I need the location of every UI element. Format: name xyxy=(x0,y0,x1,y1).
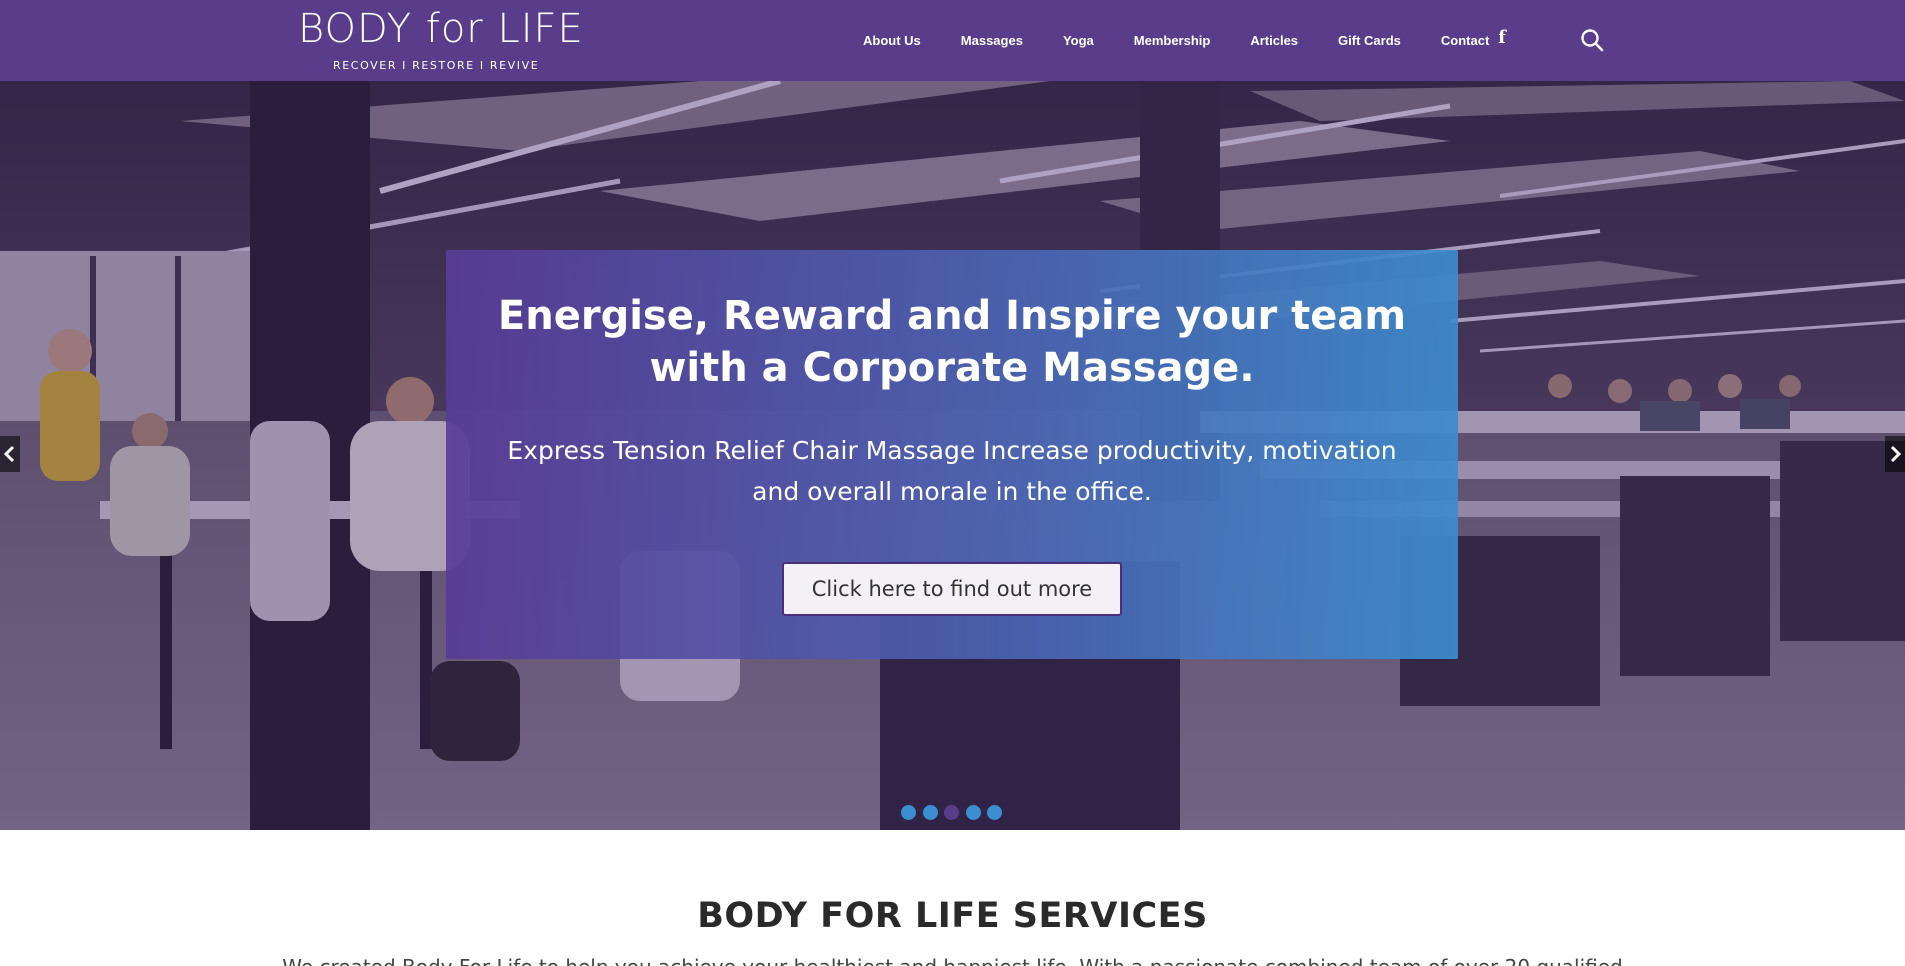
nav-item-contact[interactable]: Contact xyxy=(1441,33,1489,48)
slide-description: Express Tension Relief Chair Massage Inc… xyxy=(507,436,1397,506)
slider-pagination xyxy=(901,805,1009,821)
main-nav: About Us Massages Yoga Membership Articl… xyxy=(850,0,1509,81)
slider-dot[interactable] xyxy=(922,805,938,820)
nav-item-articles[interactable]: Articles xyxy=(1250,33,1298,48)
slide-title: Energise, Reward and Inspire your team w… xyxy=(497,293,1407,391)
site-logo[interactable]: BODY for LIFE RECOVER I RESTORE I REVIVE xyxy=(298,6,584,76)
slider-dot-active[interactable] xyxy=(944,805,959,820)
nav-item-gift-cards[interactable]: Gift Cards xyxy=(1338,33,1401,48)
slider-prev-arrow[interactable] xyxy=(0,436,20,472)
slider-next-arrow[interactable] xyxy=(1885,436,1905,472)
hero-slider: Energise, Reward and Inspire your team w… xyxy=(0,81,1905,830)
site-header: BODY for LIFE RECOVER I RESTORE I REVIVE… xyxy=(0,0,1905,81)
slider-dot[interactable] xyxy=(901,805,916,820)
find-out-more-button[interactable]: Click here to find out more xyxy=(782,562,1122,616)
slider-dot[interactable] xyxy=(965,805,981,820)
search-icon[interactable] xyxy=(1580,28,1604,52)
chevron-right-icon xyxy=(1885,436,1905,472)
services-heading: BODY FOR LIFE SERVICES xyxy=(697,896,1208,936)
chevron-left-icon xyxy=(0,436,20,472)
facebook-icon[interactable]: f xyxy=(1493,27,1511,49)
logo-tagline: RECOVER I RESTORE I REVIVE xyxy=(333,59,540,72)
nav-item-about-us[interactable]: About Us xyxy=(863,33,921,48)
nav-item-yoga[interactable]: Yoga xyxy=(1063,33,1094,48)
slide-content-box: Energise, Reward and Inspire your team w… xyxy=(446,250,1458,659)
slider-dot[interactable] xyxy=(987,805,1002,820)
nav-item-membership[interactable]: Membership xyxy=(1134,33,1211,48)
logo-wordmark: BODY for LIFE xyxy=(298,6,584,52)
nav-item-massages[interactable]: Massages xyxy=(961,33,1023,48)
services-intro-text: We created Body For Life to help you ach… xyxy=(0,955,1905,966)
